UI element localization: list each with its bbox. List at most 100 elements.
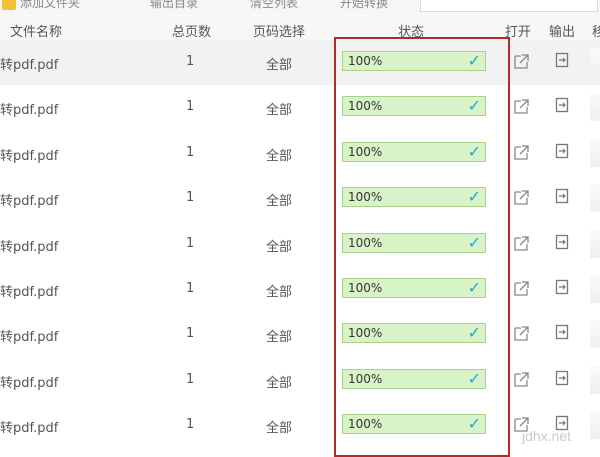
- page-range[interactable]: 全部: [266, 145, 292, 164]
- page-count: 1: [186, 417, 195, 433]
- checkmark-icon: ✓: [467, 278, 481, 297]
- checkmark-icon: ✓: [467, 232, 481, 252]
- col-status[interactable]: 状态: [398, 21, 424, 40]
- row-edge: [590, 48, 600, 76]
- open-external-icon[interactable]: [512, 143, 530, 161]
- table-row[interactable]: 转pdf.pdf 1 全部 100% ✓: [0, 40, 600, 85]
- progress-text: 100%: [348, 417, 383, 432]
- export-file-icon[interactable]: [555, 279, 569, 295]
- row-edge: [590, 365, 600, 394]
- table-row[interactable]: 转pdf.pdf 1 全部 100% ✓: [0, 85, 600, 130]
- file-name: 转pdf.pdf: [0, 330, 59, 346]
- col-pages[interactable]: 总页数: [172, 21, 211, 40]
- checkmark-icon: ✓: [467, 187, 481, 207]
- page-range[interactable]: 全部: [266, 281, 292, 300]
- table-row[interactable]: 转pdf.pdf 1 全部 100% ✓: [0, 176, 600, 221]
- page-count: 1: [186, 235, 195, 251]
- watermark: jdhx.net: [522, 428, 572, 444]
- col-extra: 移: [592, 25, 600, 40]
- file-name: 转pdf.pdf: [0, 194, 59, 210]
- page-count: 1: [186, 190, 195, 206]
- table-row[interactable]: 转pdf.pdf 1 全部 100% ✓: [0, 222, 600, 267]
- table-row[interactable]: 转pdf.pdf 1 全部 100% ✓: [0, 267, 600, 312]
- export-file-icon[interactable]: [555, 97, 569, 113]
- open-external-icon[interactable]: [512, 188, 530, 206]
- export-file-icon[interactable]: [555, 52, 569, 68]
- file-name: 转pdf.pdf: [0, 421, 59, 437]
- page-range[interactable]: 全部: [266, 326, 292, 345]
- status-progress-bar: 100% ✓: [342, 96, 486, 117]
- col-range[interactable]: 页码选择: [253, 21, 305, 40]
- open-external-icon[interactable]: [512, 97, 530, 115]
- open-external-icon[interactable]: [512, 52, 530, 70]
- toolbar-start[interactable]: 开始转换: [340, 0, 388, 11]
- checkmark-icon: ✓: [467, 51, 481, 70]
- file-name: 转pdf.pdf: [0, 148, 59, 164]
- checkmark-icon: ✓: [467, 141, 481, 161]
- open-external-icon[interactable]: [512, 234, 530, 252]
- progress-text: 100%: [348, 326, 383, 341]
- export-file-icon[interactable]: [555, 188, 569, 204]
- status-progress-bar: 100% ✓: [342, 187, 486, 208]
- checkmark-icon: ✓: [467, 323, 481, 343]
- row-edge: [590, 184, 600, 213]
- col-export: 输出: [549, 25, 576, 40]
- progress-text: 100%: [348, 54, 383, 68]
- table-row[interactable]: 转pdf.pdf 1 全部 100% ✓: [0, 312, 600, 357]
- file-name: 转pdf.pdf: [0, 375, 59, 391]
- file-name: 转pdf.pdf: [0, 58, 59, 73]
- row-edge: [590, 320, 600, 349]
- row-edge: [590, 275, 600, 303]
- toolbar-output-dir[interactable]: 输出目录: [150, 0, 198, 11]
- status-progress-bar: 100% ✓: [342, 414, 486, 435]
- page-range[interactable]: 全部: [266, 372, 292, 391]
- page-count: 1: [186, 371, 195, 387]
- app-logo-icon: [2, 0, 16, 10]
- page-count: 1: [186, 281, 195, 296]
- export-file-icon[interactable]: [555, 324, 569, 340]
- file-name: 转pdf.pdf: [0, 285, 59, 300]
- export-file-icon[interactable]: [555, 370, 569, 386]
- status-progress-bar: 100% ✓: [342, 51, 486, 71]
- search-input[interactable]: [420, 0, 598, 12]
- status-progress-bar: 100% ✓: [342, 232, 486, 253]
- row-edge: [590, 229, 600, 258]
- page-range[interactable]: 全部: [266, 99, 292, 118]
- col-filename[interactable]: 文件名称: [10, 21, 62, 40]
- export-file-icon[interactable]: [555, 143, 569, 159]
- table-header: 文件名称 总页数 页码选择 状态 打开 输出 移: [0, 14, 600, 43]
- file-name: 转pdf.pdf: [0, 103, 59, 119]
- status-progress-bar: 100% ✓: [342, 323, 486, 344]
- page-count: 1: [186, 326, 195, 342]
- progress-text: 100%: [348, 99, 383, 114]
- page-count: 1: [186, 54, 195, 69]
- status-progress-bar: 100% ✓: [342, 368, 486, 389]
- progress-text: 100%: [348, 371, 383, 386]
- page-range[interactable]: 全部: [266, 54, 292, 73]
- checkmark-icon: ✓: [467, 96, 481, 116]
- export-file-icon[interactable]: [555, 234, 569, 250]
- progress-text: 100%: [348, 281, 383, 295]
- table-row[interactable]: 转pdf.pdf 1 全部 100% ✓: [0, 358, 600, 403]
- checkmark-icon: ✓: [467, 368, 481, 388]
- progress-text: 100%: [348, 144, 383, 159]
- open-external-icon[interactable]: [512, 370, 530, 388]
- open-external-icon[interactable]: [512, 279, 530, 297]
- progress-text: 100%: [348, 235, 383, 250]
- row-edge: [590, 411, 600, 440]
- table-row[interactable]: 转pdf.pdf 1 全部 100% ✓: [0, 403, 600, 448]
- toolbar-clear-list[interactable]: 清空列表: [250, 0, 298, 11]
- page-range[interactable]: 全部: [266, 236, 292, 255]
- page-range[interactable]: 全部: [266, 190, 292, 209]
- row-edge: [590, 93, 600, 122]
- toolbar-add-folder[interactable]: 添加文件夹: [20, 0, 80, 11]
- file-name: 转pdf.pdf: [0, 239, 59, 255]
- col-open: 打开: [505, 25, 532, 40]
- page-count: 1: [186, 144, 195, 160]
- page-range[interactable]: 全部: [266, 417, 292, 436]
- open-external-icon[interactable]: [512, 324, 530, 342]
- status-progress-bar: 100% ✓: [342, 141, 486, 162]
- page-count: 1: [186, 99, 195, 115]
- row-edge: [590, 138, 600, 167]
- table-row[interactable]: 转pdf.pdf 1 全部 100% ✓: [0, 131, 600, 176]
